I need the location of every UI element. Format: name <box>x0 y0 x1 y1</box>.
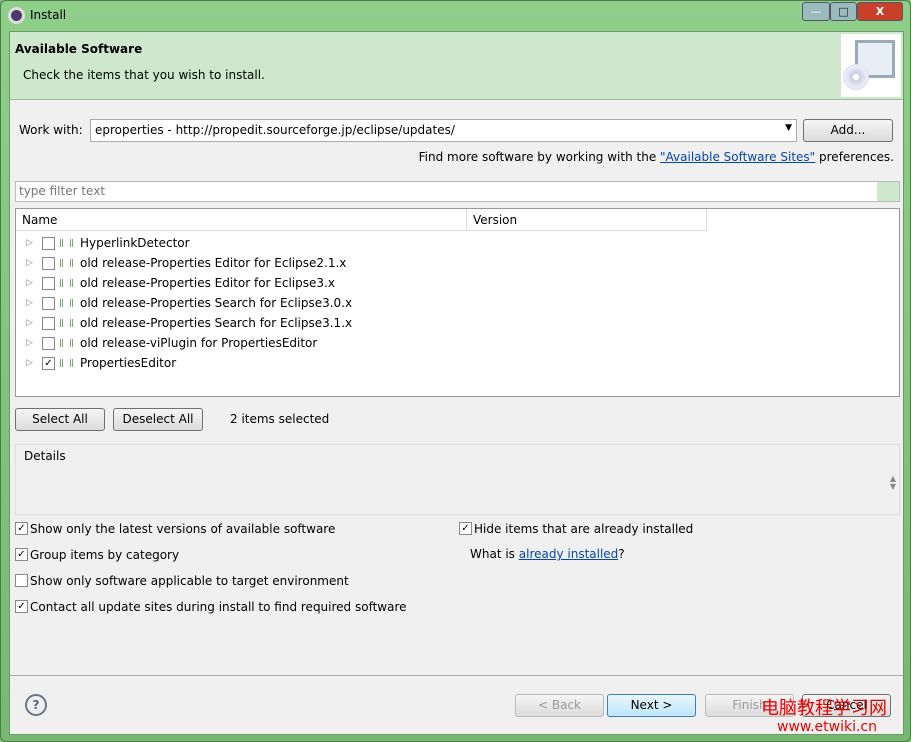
package-icon <box>60 339 73 347</box>
wizard-banner: Available Software Check the items that … <box>10 32 903 100</box>
package-icon <box>60 359 73 367</box>
next-button[interactable]: Next > <box>607 694 696 717</box>
maximize-button[interactable]: □ <box>830 2 857 21</box>
add-button[interactable]: Add... <box>803 119 893 142</box>
more-software-text: Find more software by working with the "… <box>419 150 894 164</box>
tree-item-label: old release-Properties Editor for Eclips… <box>80 256 347 270</box>
tree-item[interactable]: ▷ old release-Properties Search for Eclip… <box>16 313 899 333</box>
package-icon <box>60 319 73 327</box>
expand-arrow-icon[interactable]: ▷ <box>26 333 33 353</box>
package-icon <box>60 279 73 287</box>
package-icon <box>60 239 73 247</box>
page-title: Available Software <box>15 42 143 56</box>
title-bar: Install — □ X <box>1 1 910 31</box>
checkbox[interactable] <box>15 574 28 587</box>
package-icon <box>60 259 73 267</box>
details-label: Details <box>24 449 66 463</box>
column-name[interactable]: Name <box>16 209 467 231</box>
expand-arrow-icon[interactable]: ▷ <box>26 273 33 293</box>
tree-item[interactable]: ▷ old release-Properties Editor for Eclip… <box>16 273 899 293</box>
checkbox[interactable] <box>42 317 55 330</box>
checkbox[interactable]: ✓ <box>42 357 55 370</box>
tree-item[interactable]: ▷ HyperlinkDetector <box>16 233 899 253</box>
more-suffix: preferences. <box>815 150 894 164</box>
checkbox[interactable] <box>42 297 55 310</box>
back-button[interactable]: < Back <box>515 694 604 717</box>
checkbox[interactable]: ✓ <box>15 522 28 535</box>
help-icon[interactable]: ? <box>25 694 47 716</box>
filter-input[interactable]: type filter text <box>15 181 900 202</box>
option-label: Show only software applicable to target … <box>30 574 349 588</box>
software-tree: Name Version ▷ HyperlinkDetector ▷ old rele… <box>15 208 900 397</box>
checkbox[interactable] <box>42 277 55 290</box>
details-group: Details ▲ ▼ <box>15 444 900 515</box>
available-software-sites-link[interactable]: "Available Software Sites" <box>660 150 815 164</box>
expand-arrow-icon[interactable]: ▷ <box>26 293 33 313</box>
work-with-label: Work with: <box>19 123 83 137</box>
tree-item-label: old release-viPlugin for PropertiesEdito… <box>80 336 318 350</box>
close-button[interactable]: X <box>857 2 903 21</box>
selection-status: 2 items selected <box>230 412 330 426</box>
what-prefix: What is <box>470 547 519 561</box>
expand-arrow-icon[interactable]: ▷ <box>26 353 33 373</box>
checkbox[interactable] <box>42 237 55 250</box>
expand-arrow-icon[interactable]: ▷ <box>26 313 33 333</box>
tree-item[interactable]: ▷ old release-viPlugin for PropertiesEdit… <box>16 333 899 353</box>
option-label: Show only the latest versions of availab… <box>30 522 336 536</box>
tree-item-label: PropertiesEditor <box>80 356 177 370</box>
option-label: Hide items that are already installed <box>474 522 694 536</box>
expand-arrow-icon[interactable]: ▷ <box>26 253 33 273</box>
tree-item-label: old release-Properties Search for Eclips… <box>80 316 353 330</box>
tree-item[interactable]: ▷ old release-Properties Editor for Eclip… <box>16 253 899 273</box>
tree-item[interactable]: ▷ ✓ PropertiesEditor <box>16 353 899 373</box>
dialog-body: Available Software Check the items that … <box>9 31 904 735</box>
watermark-text: 电脑教程学习网 <box>761 698 887 719</box>
select-all-button[interactable]: Select All <box>15 408 105 431</box>
tree-item[interactable]: ▷ old release-Properties Search for Eclip… <box>16 293 899 313</box>
already-installed-link[interactable]: already installed <box>519 547 619 561</box>
checkbox[interactable] <box>42 257 55 270</box>
expand-arrow-icon[interactable]: ▷ <box>26 233 33 253</box>
what-installed-text: What is already installed? <box>470 547 625 561</box>
computer-cd-icon <box>841 34 901 97</box>
checkbox[interactable]: ✓ <box>15 600 28 613</box>
package-icon <box>60 299 73 307</box>
footer-divider <box>10 675 903 676</box>
details-scroll-icon[interactable]: ▲ ▼ <box>890 475 896 491</box>
option-label: Group items by category <box>30 548 180 562</box>
page-description: Check the items that you wish to install… <box>23 68 265 82</box>
tree-item-label: HyperlinkDetector <box>80 236 190 250</box>
more-prefix: Find more software by working with the <box>418 150 661 164</box>
checkbox[interactable] <box>42 337 55 350</box>
tree-item-label: old release-Properties Search for Eclips… <box>80 296 353 310</box>
work-with-value: eproperties - http://propedit.sourceforg… <box>95 123 455 137</box>
chevron-down-icon[interactable]: ▼ <box>785 123 792 133</box>
clear-filter-icon[interactable] <box>877 182 899 201</box>
eclipse-icon <box>8 7 25 24</box>
option-label: Contact all update sites during install … <box>30 600 407 614</box>
what-suffix: ? <box>618 547 625 561</box>
checkbox[interactable]: ✓ <box>15 548 28 561</box>
minimize-button[interactable]: — <box>802 2 830 21</box>
tree-item-label: old release-Properties Editor for Eclips… <box>80 276 335 290</box>
window-title: Install <box>30 8 67 22</box>
watermark-url: www.etwiki.cn <box>777 719 877 735</box>
column-version[interactable]: Version <box>467 209 707 231</box>
checkbox[interactable]: ✓ <box>459 522 472 535</box>
work-with-combo[interactable]: eproperties - http://propedit.sourceforg… <box>90 119 797 142</box>
deselect-all-button[interactable]: Deselect All <box>113 408 203 431</box>
install-window: Install — □ X Available Software Check t… <box>0 0 911 742</box>
